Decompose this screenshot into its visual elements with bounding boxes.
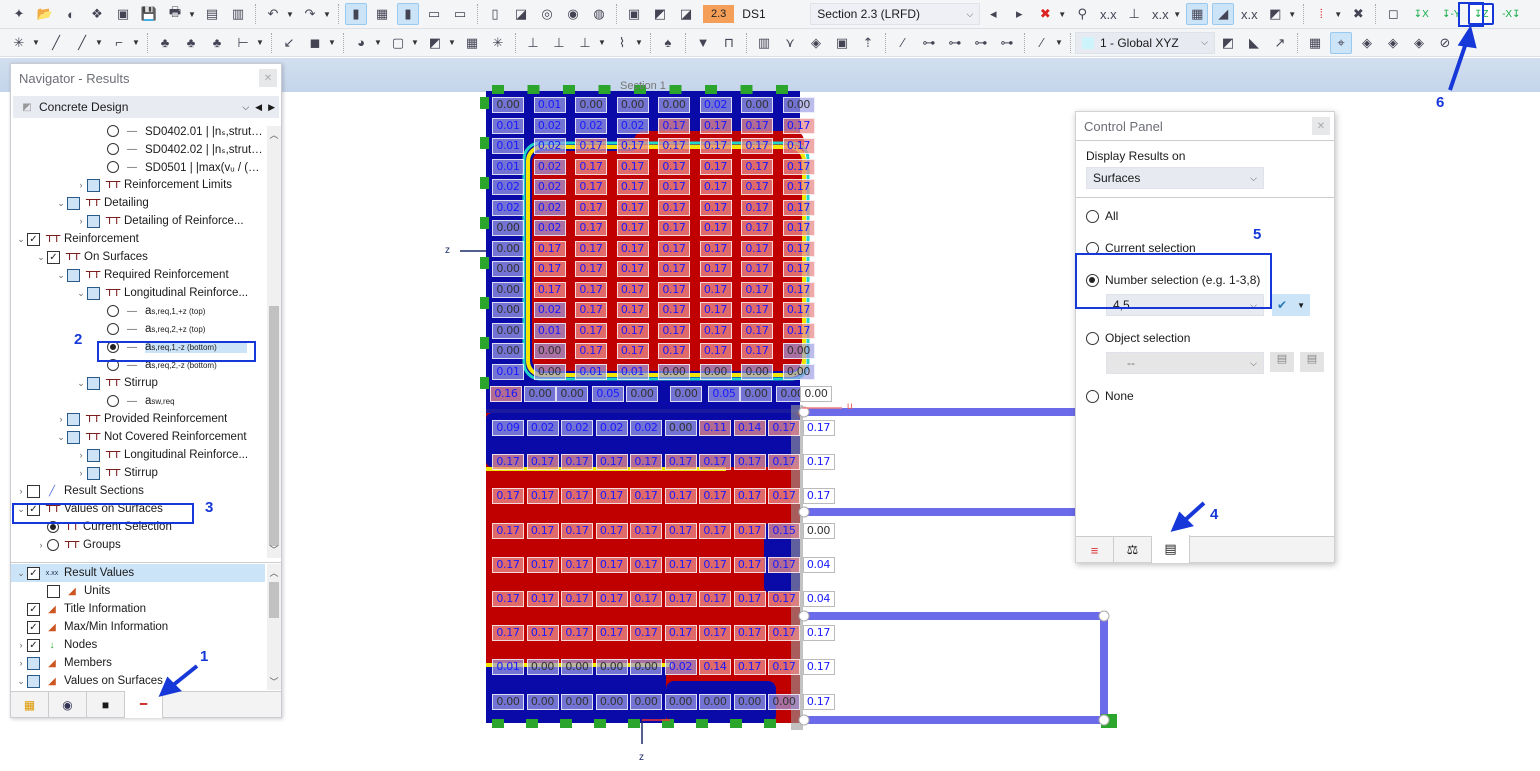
annotation-arrows (158, 25, 1477, 697)
arrow-6-head-icon (1457, 25, 1477, 49)
arrow-6-icon (1448, 39, 1469, 91)
arrow-4-icon (1182, 501, 1206, 523)
arrow-1-icon (170, 664, 199, 688)
